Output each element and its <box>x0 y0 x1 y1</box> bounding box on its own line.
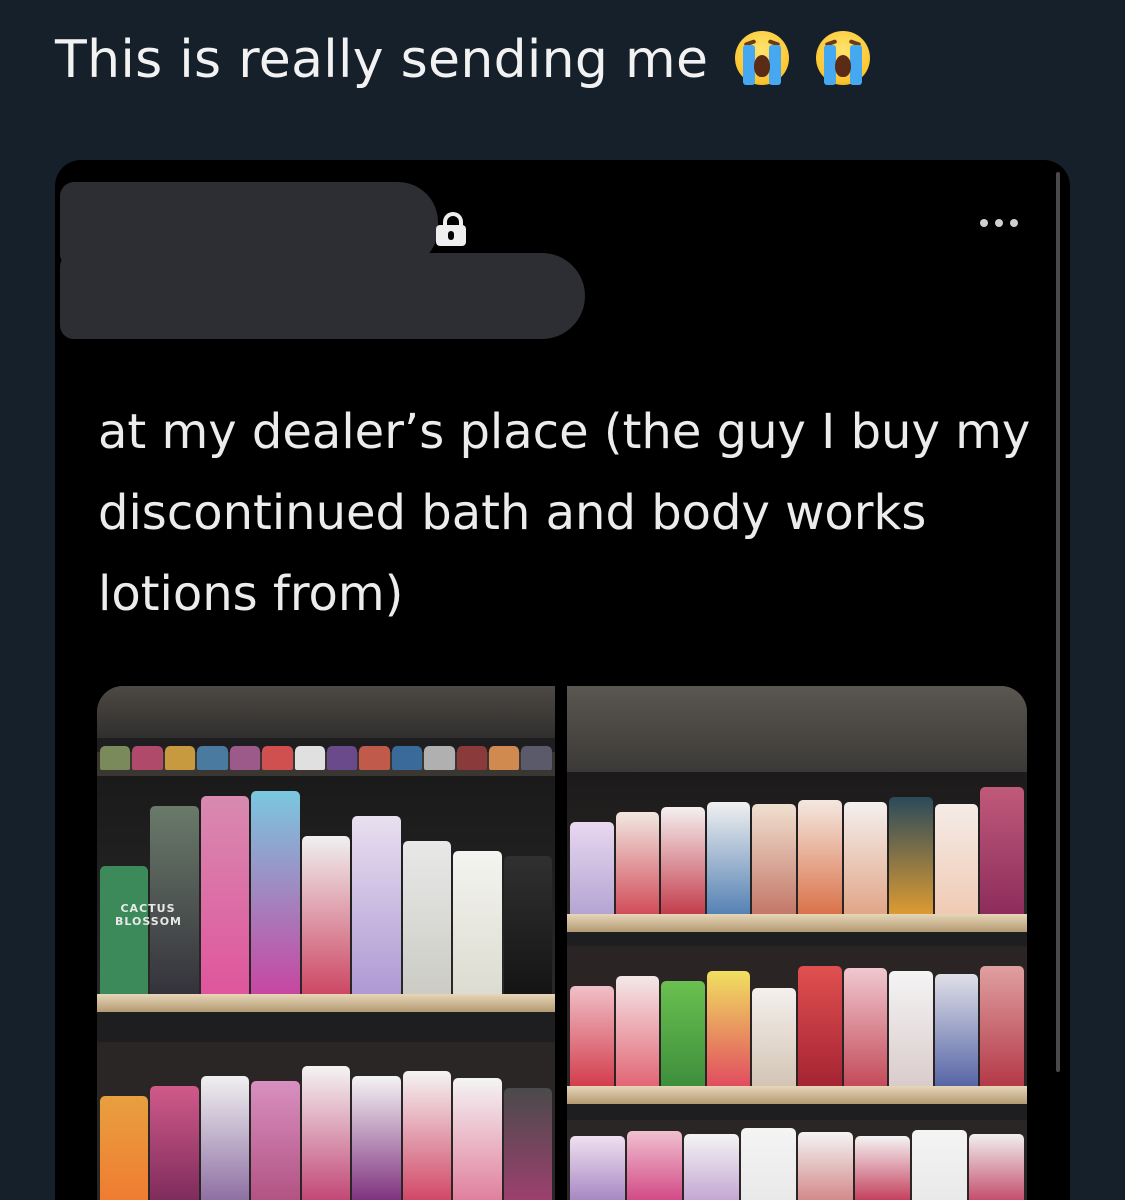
loudly-crying-face-icon <box>735 31 790 85</box>
embedded-post-card[interactable]: at my dealer’s place (the guy I buy my d… <box>55 160 1070 1200</box>
post-text: at my dealer’s place (the guy I buy my d… <box>98 404 1031 622</box>
caption-text: This is really sending me <box>55 30 709 90</box>
post-photo-left[interactable]: CACTUS BLOSSOM <box>97 686 555 1200</box>
redacted-username <box>60 253 585 339</box>
loudly-crying-face-icon <box>815 31 870 85</box>
post-photo-right[interactable] <box>567 686 1027 1200</box>
scrollbar[interactable] <box>1056 172 1060 1072</box>
product-label: CACTUS BLOSSOM <box>115 902 183 928</box>
more-options-icon[interactable] <box>980 216 1020 230</box>
lock-icon <box>436 212 466 246</box>
quote-caption: This is really sending me <box>55 24 870 96</box>
